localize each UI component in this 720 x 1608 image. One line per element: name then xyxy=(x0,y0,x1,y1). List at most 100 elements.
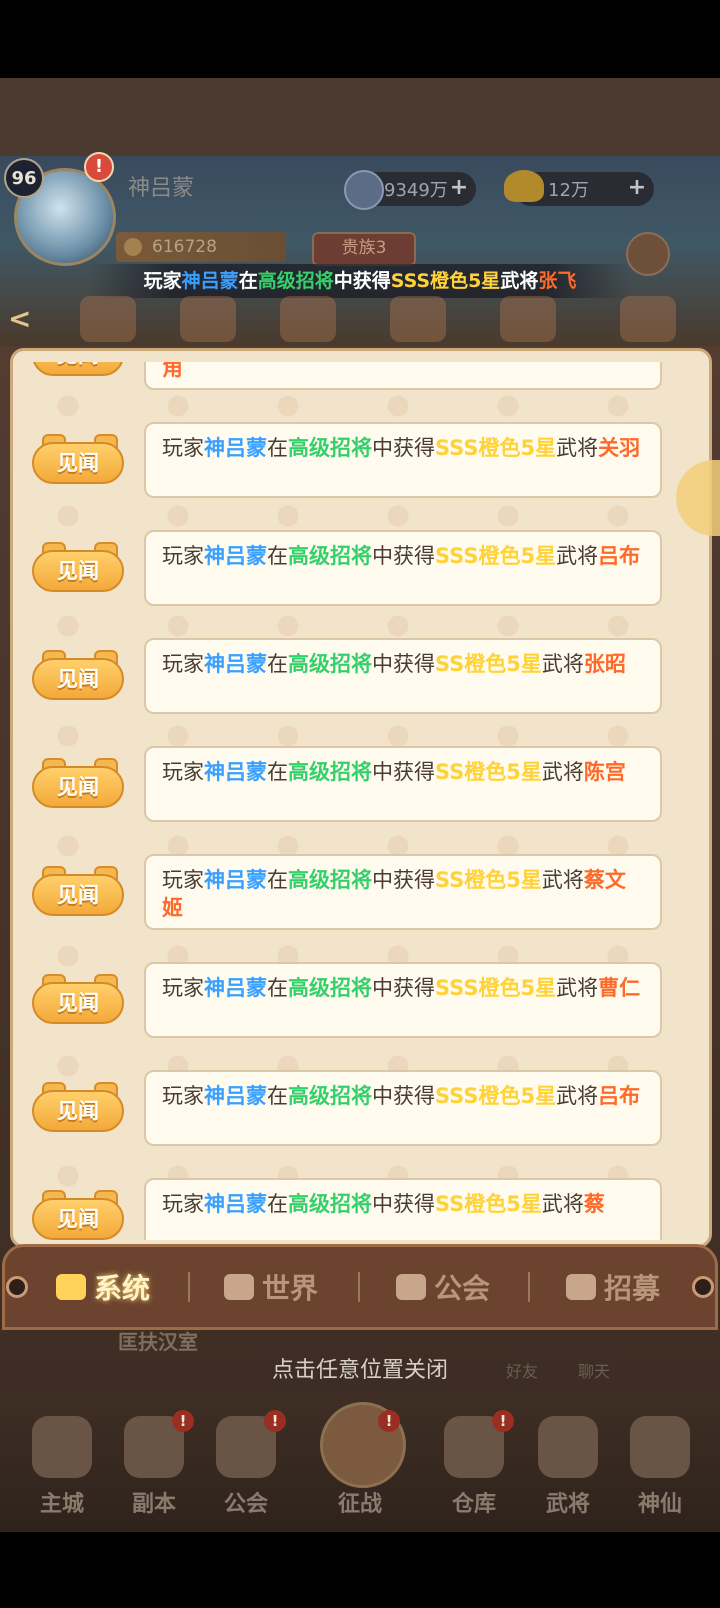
message-grade: SS橙色5星 xyxy=(435,760,542,784)
cat-deity-icon xyxy=(630,1416,690,1478)
bead-ornament-icon xyxy=(6,1276,28,1298)
message-list: 见闻玩家神吕蒙在高级招将中获得SSS橙色5星武将·张角见闻玩家神吕蒙在高级招将中… xyxy=(22,362,698,1240)
nav-alert-badge: ! xyxy=(378,1410,400,1432)
message-general-word: 武将 xyxy=(541,868,584,892)
megaphone-icon xyxy=(56,1274,86,1300)
gold-resource[interactable]: 12万 + xyxy=(504,170,654,206)
activity-icon[interactable] xyxy=(280,296,336,342)
message-general-word: 武将 xyxy=(556,1084,599,1108)
message-grade: SSS橙色5星 xyxy=(435,436,557,460)
message-row: 见闻 玩家神吕蒙在高级招将中获得SS橙色5星武将张昭 xyxy=(22,638,698,746)
news-badge-label: 见闻 xyxy=(32,1198,124,1240)
gold-ingot-icon xyxy=(504,170,544,202)
message-in: 在 xyxy=(267,1192,288,1216)
nav-generals[interactable]: 武将 xyxy=(526,1416,610,1526)
tab-guild[interactable]: 公会 xyxy=(396,1262,490,1312)
message-bubble: 玩家神吕蒙在高级招将中获得SSS橙色5星武将吕布 xyxy=(144,1070,662,1146)
tab-recruit[interactable]: 招募 xyxy=(566,1262,660,1312)
news-badge-label: 见闻 xyxy=(32,442,124,484)
nav-label: 副本 xyxy=(131,1492,176,1517)
activity-icon[interactable] xyxy=(80,296,136,342)
add-gold-icon[interactable]: + xyxy=(626,177,648,199)
message-source: 高级招将 xyxy=(288,544,372,568)
banner-segment: 在 xyxy=(238,270,258,292)
message-player[interactable]: 神吕蒙 xyxy=(204,436,267,460)
avatar-alert-icon: ! xyxy=(84,152,114,182)
message-general-word: 武将 xyxy=(556,436,599,460)
message-prefix: 玩家 xyxy=(162,436,204,460)
noble-rank-badge[interactable]: 贵族3 xyxy=(312,232,416,266)
activity-icon[interactable] xyxy=(390,296,446,342)
activity-icon-row xyxy=(60,296,720,342)
message-player[interactable]: 神吕蒙 xyxy=(204,868,267,892)
message-prefix: 玩家 xyxy=(162,652,204,676)
news-badge: 见闻 xyxy=(32,434,124,484)
message-general: 张昭 xyxy=(583,652,626,676)
nav-warehouse[interactable]: ! 仓库 xyxy=(432,1410,516,1526)
message-player[interactable]: 神吕蒙 xyxy=(204,544,267,568)
news-badge: 见闻 xyxy=(32,758,124,808)
message-source: 高级招将 xyxy=(288,1084,372,1108)
activity-icon[interactable] xyxy=(620,296,676,342)
message-grade: SSS橙色5星 xyxy=(435,1084,557,1108)
message-in: 在 xyxy=(267,760,288,784)
nav-label: 主城 xyxy=(39,1492,84,1517)
message-prefix: 玩家 xyxy=(162,868,204,892)
nav-main-city[interactable]: 主城 xyxy=(20,1416,104,1526)
message-row: 见闻 玩家神吕蒙在高级招将中获得SSS橙色5星武将吕布 xyxy=(22,1070,698,1178)
nav-dungeon[interactable]: ! 副本 xyxy=(112,1410,196,1526)
message-general: 曹仁 xyxy=(598,976,641,1000)
activity-icon[interactable] xyxy=(180,296,236,342)
system-nav-area xyxy=(0,1532,720,1608)
tab-world[interactable]: 世界 xyxy=(224,1262,318,1312)
message-got: 中获得 xyxy=(372,436,435,460)
nav-guild[interactable]: ! 公会 xyxy=(204,1410,288,1526)
add-silver-icon[interactable]: + xyxy=(448,177,470,199)
news-badge-label: 见闻 xyxy=(32,766,124,808)
message-row: 见闻 玩家神吕蒙在高级招将中获得SS橙色5星武将蔡 xyxy=(22,1178,698,1240)
message-grade: SS橙色5星 xyxy=(435,868,542,892)
message-grade: SS橙色5星 xyxy=(435,1192,542,1216)
message-player[interactable]: 神吕蒙 xyxy=(204,1192,267,1216)
nav-label: 公会 xyxy=(223,1492,268,1517)
cat-warrior-icon xyxy=(538,1416,598,1478)
message-row: 见闻 玩家神吕蒙在高级招将中获得SS橙色5星武将陈宫 xyxy=(22,746,698,854)
nav-immortals[interactable]: 神仙 xyxy=(618,1416,702,1526)
nav-campaign[interactable]: ! 征战 xyxy=(318,1402,406,1526)
collapse-button[interactable] xyxy=(626,232,670,276)
news-badge-label: 见闻 xyxy=(32,982,124,1024)
silver-resource[interactable]: 9349万 + xyxy=(344,170,476,210)
message-player[interactable]: 神吕蒙 xyxy=(204,976,267,1000)
message-got: 中获得 xyxy=(372,1192,435,1216)
message-list-viewport[interactable]: 见闻玩家神吕蒙在高级招将中获得SSS橙色5星武将·张角见闻玩家神吕蒙在高级招将中… xyxy=(22,362,698,1240)
nav-label: 仓库 xyxy=(451,1492,496,1517)
message-in: 在 xyxy=(267,976,288,1000)
banner-segment: 神吕蒙 xyxy=(181,270,239,292)
news-badge-label: 见闻 xyxy=(32,874,124,916)
news-badge-label: 见闻 xyxy=(32,1090,124,1132)
paw-frame-icon xyxy=(396,1274,426,1300)
tab-separator xyxy=(188,1272,190,1302)
message-player[interactable]: 神吕蒙 xyxy=(204,1084,267,1108)
message-prefix: 玩家 xyxy=(162,1192,204,1216)
news-badge-label: 见闻 xyxy=(32,550,124,592)
nav-alert-badge: ! xyxy=(172,1410,194,1432)
message-bubble: 玩家神吕蒙在高级招将中获得SS橙色5星武将张昭 xyxy=(144,638,662,714)
message-row: 见闻 玩家神吕蒙在高级招将中获得SS橙色5星武将蔡文姬 xyxy=(22,854,698,962)
message-player[interactable]: 神吕蒙 xyxy=(204,760,267,784)
message-got: 中获得 xyxy=(372,1084,435,1108)
tab-separator xyxy=(528,1272,530,1302)
dim-overlay-top xyxy=(0,78,720,156)
message-in: 在 xyxy=(267,1084,288,1108)
tab-system[interactable]: 系统 xyxy=(56,1262,150,1312)
message-prefix: 玩家 xyxy=(162,976,204,1000)
bead-ornament-icon xyxy=(692,1276,714,1298)
nav-label: 神仙 xyxy=(637,1492,682,1517)
activity-icon[interactable] xyxy=(500,296,556,342)
message-bubble: 玩家神吕蒙在高级招将中获得SSS橙色5星武将·张角 xyxy=(144,362,662,390)
message-prefix: 玩家 xyxy=(162,760,204,784)
message-general-word: 武将 xyxy=(556,544,599,568)
close-hint[interactable]: 点击任意位置关闭 xyxy=(0,1352,720,1384)
message-player[interactable]: 神吕蒙 xyxy=(204,652,267,676)
left-arrow-icon[interactable]: < xyxy=(8,302,31,335)
